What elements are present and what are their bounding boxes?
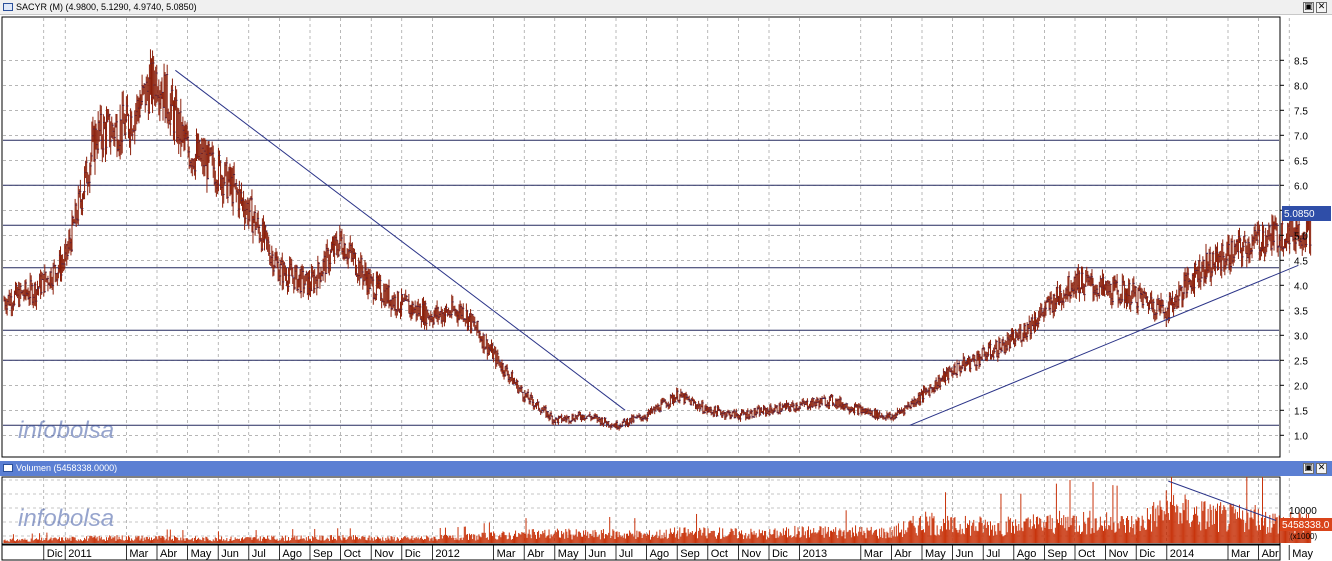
time-axis-label: Abr (160, 548, 177, 560)
time-axis-label: Jun (956, 548, 974, 560)
time-axis-label: Dic (772, 548, 788, 560)
volume-panel-title: Volumen (5458338.0000) (16, 463, 118, 473)
price-y-tick-label: 6.5 (1294, 156, 1308, 167)
volume-maximize-button[interactable]: ▣ (1303, 463, 1314, 474)
chart-window-icon (3, 3, 13, 11)
price-y-tick-label: 7.5 (1294, 106, 1308, 117)
price-panel: SACYR (M) (4.9800, 5.1290, 4.9740, 5.085… (0, 0, 1332, 461)
price-chart: 1.01.52.02.53.03.54.04.55.05.56.06.57.07… (1, 16, 1331, 458)
time-axis-label: Mar (864, 548, 883, 560)
time-axis-label: Abr (894, 548, 911, 560)
price-y-tick-label: 3.5 (1294, 306, 1308, 317)
price-watermark: infobolsa (18, 417, 114, 444)
price-y-tick-label: 5.0 (1294, 231, 1308, 242)
time-axis-label: Sep (680, 548, 700, 560)
price-y-tick-label: 8.0 (1294, 81, 1308, 92)
time-axis-label: Jun (588, 548, 606, 560)
time-axis-label: Nov (741, 548, 761, 560)
close-button[interactable]: ✕ (1316, 2, 1327, 13)
price-panel-title: SACYR (M) (4.9800, 5.1290, 4.9740, 5.085… (16, 2, 197, 12)
time-axis-label: 2011 (68, 548, 92, 560)
volume-watermark: infobolsa (18, 505, 114, 532)
time-axis-label: Oct (344, 548, 361, 560)
time-axis-label: May (925, 548, 946, 560)
time-axis-label: May (1292, 548, 1313, 560)
volume-close-button[interactable]: ✕ (1316, 463, 1327, 474)
time-axis-label: Ago (282, 548, 302, 560)
volume-chart: infobolsa 10000 5458338.0 (x1000) Dic 201… (1, 476, 1332, 561)
volume-value-tag: 5458338.0 (1282, 520, 1330, 531)
price-y-tick-label: 4.5 (1294, 256, 1308, 267)
price-panel-titlebar: SACYR (M) (4.9800, 5.1290, 4.9740, 5.085… (0, 0, 1332, 15)
volume-axis-unit: (x1000) (1290, 532, 1317, 541)
price-value-tag: 5.0850 (1284, 209, 1315, 220)
time-axis-label: Oct (1078, 548, 1095, 560)
time-axis-label: 2013 (803, 548, 827, 560)
time-axis-label: Mar (1231, 548, 1250, 560)
price-y-tick-label: 7.0 (1294, 131, 1308, 142)
price-y-tick-label: 2.0 (1294, 381, 1308, 392)
time-axis-label: Oct (711, 548, 728, 560)
time-axis-label: Jul (252, 548, 266, 560)
time-axis-label: Abr (527, 548, 544, 560)
time-axis-label: Jun (221, 548, 239, 560)
price-plot-frame (1, 16, 1281, 458)
time-axis-label: May (191, 548, 212, 560)
volume-panel: Volumen (5458338.0000) ▣ ✕ infobolsa 100… (0, 461, 1332, 561)
price-y-tick-label: 3.0 (1294, 331, 1308, 342)
time-axis-label: Dic (1139, 548, 1155, 560)
time-axis-label: Sep (1047, 548, 1067, 560)
time-axis-label: Jul (619, 548, 633, 560)
time-axis-label: Mar (129, 548, 148, 560)
time-axis-label: Dic (405, 548, 421, 560)
time-axis-label: 2014 (1170, 548, 1194, 560)
price-y-tick-label: 1.5 (1294, 406, 1308, 417)
volume-panel-titlebar: Volumen (5458338.0000) ▣ ✕ (0, 461, 1332, 476)
price-y-tick-label: 2.5 (1294, 356, 1308, 367)
time-axis-label: Dic (47, 548, 63, 560)
price-y-tick-label: 1.0 (1294, 431, 1308, 442)
price-y-tick-label: 4.0 (1294, 281, 1308, 292)
price-y-tick-label: 8.5 (1294, 56, 1308, 67)
maximize-button[interactable]: ▣ (1303, 2, 1314, 13)
time-axis-label: Abr (1262, 548, 1279, 560)
time-axis-label: Sep (313, 548, 333, 560)
volume-axis-tick: 10000 (1289, 506, 1317, 517)
time-axis-label: Mar (497, 548, 516, 560)
time-axis-label: May (558, 548, 579, 560)
time-axis-label: 2012 (435, 548, 459, 560)
volume-window-icon (3, 464, 13, 472)
time-axis-label: Jul (986, 548, 1000, 560)
price-y-tick-label: 6.0 (1294, 181, 1308, 192)
time-axis-label: Nov (1109, 548, 1129, 560)
time-axis-label: Ago (650, 548, 670, 560)
time-axis-label: Ago (1017, 548, 1037, 560)
time-axis-label: Nov (374, 548, 394, 560)
